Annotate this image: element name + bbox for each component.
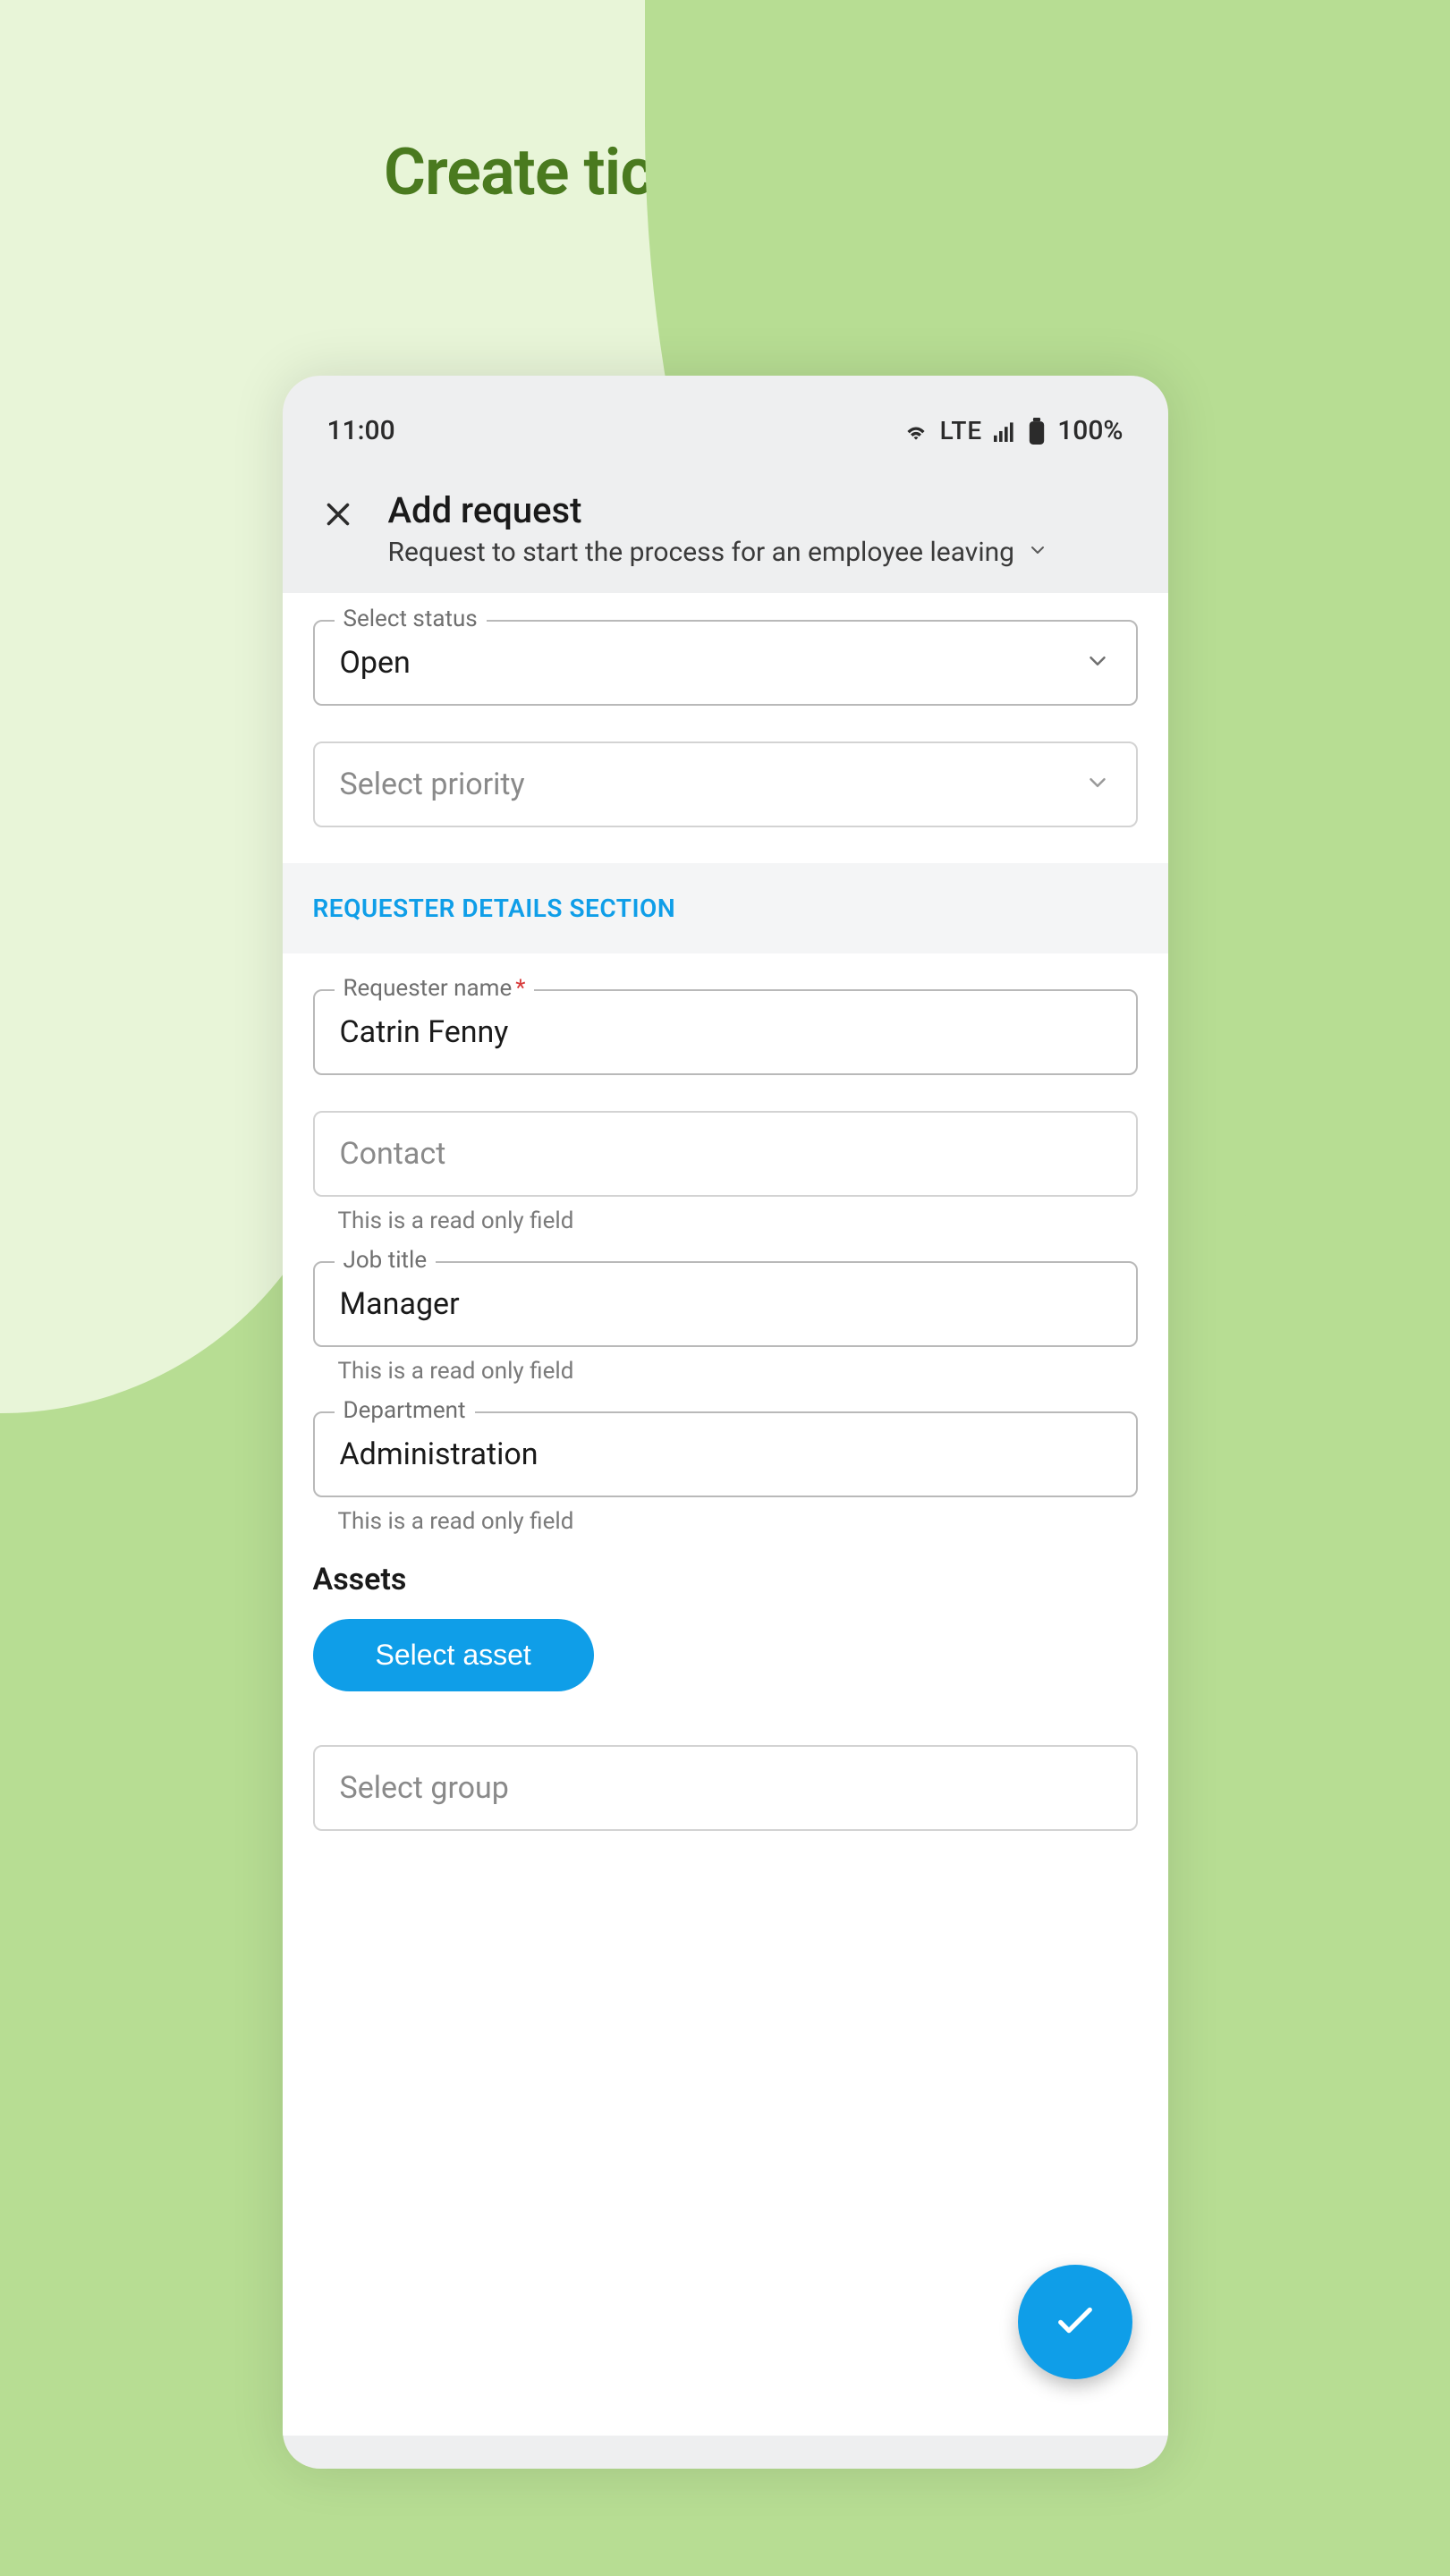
status-label: Select status [335,606,487,632]
priority-placeholder: Select priority [340,767,525,802]
chevron-down-icon [1084,648,1111,678]
wifi-icon [903,420,929,442]
screen-header: Add request Request to start the process… [283,464,1168,593]
priority-select[interactable]: Select priority [313,741,1138,827]
page-title: Add request [388,489,1138,531]
close-icon [322,498,354,534]
requester-name-value: Catrin Fenny [340,1014,509,1050]
submit-fab[interactable] [1018,2265,1132,2379]
statusbar-time: 11:00 [327,415,395,446]
chevron-down-icon [1084,769,1111,800]
department-value: Administration [340,1436,538,1472]
status-select[interactable]: Select status Open [313,620,1138,706]
job-title-field: Job title Manager [313,1261,1138,1347]
contact-field: Contact [313,1111,1138,1197]
department-label: Department [335,1397,475,1424]
job-title-helper: This is a read only field [338,1358,1138,1385]
requester-name-field[interactable]: Requester name* Catrin Fenny [313,989,1138,1075]
statusbar-right: LTE 100% [903,415,1124,446]
close-button[interactable] [313,489,363,534]
department-field: Department Administration [313,1411,1138,1497]
template-selector[interactable]: Request to start the process for an empl… [388,537,1138,568]
department-helper: This is a read only field [338,1508,1138,1535]
chevron-down-icon [1027,537,1048,568]
signal-icon [993,420,1016,442]
check-icon [1050,2295,1100,2349]
battery-percent: 100% [1057,415,1123,446]
requester-name-label-text: Requester name [343,975,513,1002]
required-asterisk: * [515,975,525,1002]
requester-name-label: Requester name* [335,975,535,1002]
status-value: Open [340,645,411,681]
group-select[interactable]: Select group [313,1745,1138,1831]
job-title-label: Job title [335,1247,437,1274]
page-subtitle: Request to start the process for an empl… [388,537,1015,568]
job-title-value: Manager [340,1286,460,1322]
requester-section-header: REQUESTER DETAILS SECTION [283,863,1168,953]
status-bar: 11:00 LTE 100% [283,376,1168,464]
phone-frame: 11:00 LTE 100% [283,376,1168,2469]
group-placeholder: Select group [340,1770,509,1806]
assets-heading: Assets [313,1562,1138,1597]
battery-icon [1027,418,1047,445]
contact-helper: This is a read only field [338,1208,1138,1234]
contact-placeholder: Contact [340,1136,446,1172]
select-asset-button[interactable]: Select asset [313,1619,594,1691]
network-label: LTE [940,416,983,445]
